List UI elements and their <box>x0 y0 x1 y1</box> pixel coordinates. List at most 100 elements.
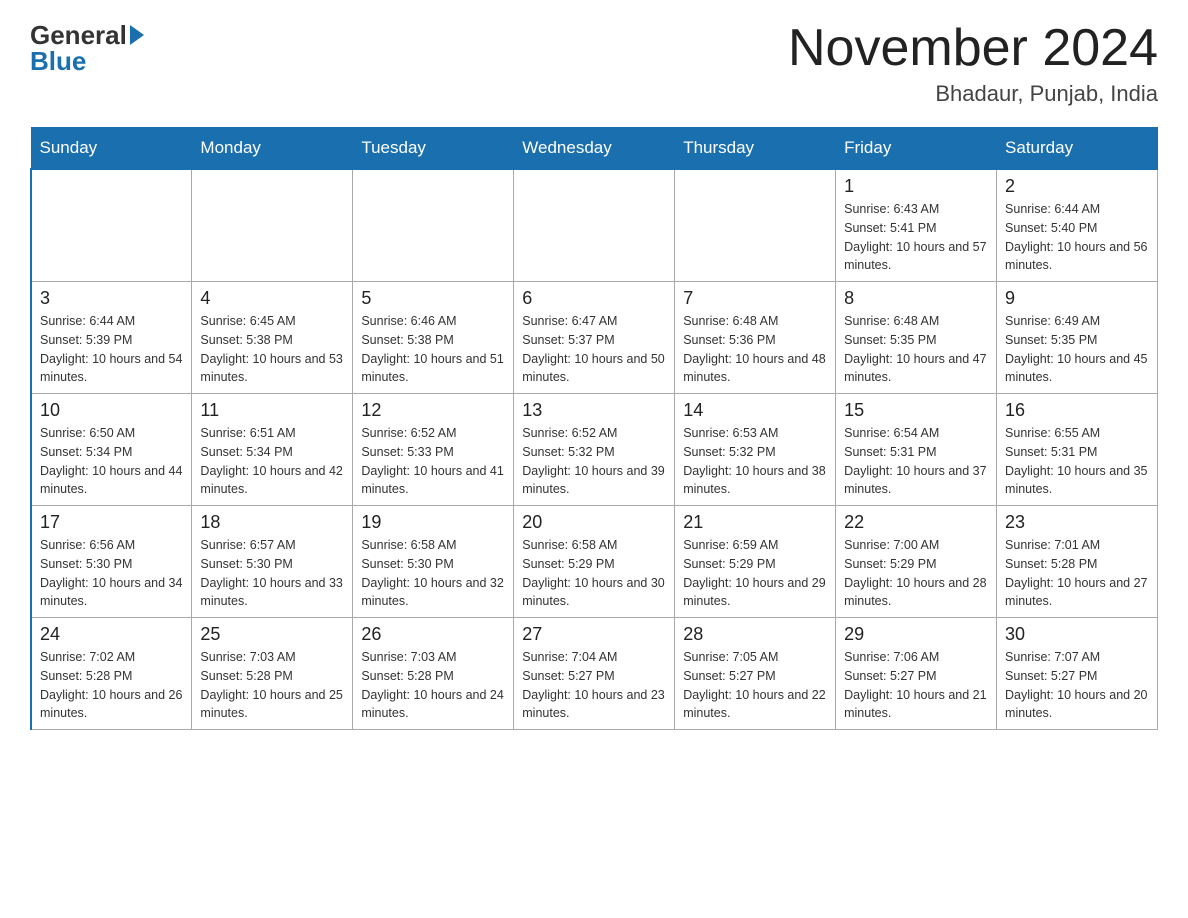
day-number: 3 <box>40 288 183 309</box>
day-info: Sunrise: 6:54 AMSunset: 5:31 PMDaylight:… <box>844 424 988 499</box>
calendar-cell: 21 Sunrise: 6:59 AMSunset: 5:29 PMDayligh… <box>675 506 836 618</box>
calendar-cell: 25 Sunrise: 7:03 AMSunset: 5:28 PMDayligh… <box>192 618 353 730</box>
calendar-row: 17 Sunrise: 6:56 AMSunset: 5:30 PMDayligh… <box>31 506 1158 618</box>
day-info: Sunrise: 6:46 AMSunset: 5:38 PMDaylight:… <box>361 312 505 387</box>
day-number: 21 <box>683 512 827 533</box>
calendar-cell: 16Sunrise: 6:55 AMSunset: 5:31 PMDayligh… <box>997 394 1158 506</box>
day-info: Sunrise: 6:52 AMSunset: 5:32 PMDaylight:… <box>522 424 666 499</box>
weekday-header-tuesday: Tuesday <box>353 128 514 170</box>
weekday-header-saturday: Saturday <box>997 128 1158 170</box>
day-number: 29 <box>844 624 988 645</box>
day-number: 18 <box>200 512 344 533</box>
weekday-header-thursday: Thursday <box>675 128 836 170</box>
calendar-cell: 11 Sunrise: 6:51 AMSunset: 5:34 PMDayligh… <box>192 394 353 506</box>
day-info: Sunrise: 6:48 AMSunset: 5:35 PMDaylight:… <box>844 312 988 387</box>
day-number: 27 <box>522 624 666 645</box>
calendar-cell: 23 Sunrise: 7:01 AMSunset: 5:28 PMDayligh… <box>997 506 1158 618</box>
day-number: 19 <box>361 512 505 533</box>
calendar-cell: 19 Sunrise: 6:58 AMSunset: 5:30 PMDayligh… <box>353 506 514 618</box>
day-info: Sunrise: 6:57 AMSunset: 5:30 PMDaylight:… <box>200 536 344 611</box>
calendar-cell: 5 Sunrise: 6:46 AMSunset: 5:38 PMDaylight… <box>353 282 514 394</box>
calendar-cell <box>675 169 836 282</box>
day-info: Sunrise: 6:59 AMSunset: 5:29 PMDaylight:… <box>683 536 827 611</box>
day-info: Sunrise: 7:07 AMSunset: 5:27 PMDaylight:… <box>1005 648 1149 723</box>
day-info: Sunrise: 6:50 AMSunset: 5:34 PMDaylight:… <box>40 424 183 499</box>
calendar-row: 3 Sunrise: 6:44 AMSunset: 5:39 PMDaylight… <box>31 282 1158 394</box>
day-info: Sunrise: 6:44 AMSunset: 5:40 PMDaylight:… <box>1005 200 1149 275</box>
day-info: Sunrise: 7:02 AMSunset: 5:28 PMDaylight:… <box>40 648 183 723</box>
day-info: Sunrise: 7:03 AMSunset: 5:28 PMDaylight:… <box>200 648 344 723</box>
day-info: Sunrise: 6:51 AMSunset: 5:34 PMDaylight:… <box>200 424 344 499</box>
day-number: 10 <box>40 400 183 421</box>
calendar-cell: 7 Sunrise: 6:48 AMSunset: 5:36 PMDaylight… <box>675 282 836 394</box>
day-info: Sunrise: 7:04 AMSunset: 5:27 PMDaylight:… <box>522 648 666 723</box>
weekday-header-sunday: Sunday <box>31 128 192 170</box>
calendar-body: 1Sunrise: 6:43 AMSunset: 5:41 PMDaylight… <box>31 169 1158 730</box>
calendar-cell <box>514 169 675 282</box>
day-number: 25 <box>200 624 344 645</box>
weekday-header-monday: Monday <box>192 128 353 170</box>
day-number: 9 <box>1005 288 1149 309</box>
day-info: Sunrise: 6:55 AMSunset: 5:31 PMDaylight:… <box>1005 424 1149 499</box>
calendar-cell: 29 Sunrise: 7:06 AMSunset: 5:27 PMDayligh… <box>836 618 997 730</box>
day-number: 23 <box>1005 512 1149 533</box>
calendar-cell: 2 Sunrise: 6:44 AMSunset: 5:40 PMDaylight… <box>997 169 1158 282</box>
day-number: 14 <box>683 400 827 421</box>
calendar-cell: 13 Sunrise: 6:52 AMSunset: 5:32 PMDayligh… <box>514 394 675 506</box>
day-number: 24 <box>40 624 183 645</box>
day-info: Sunrise: 6:52 AMSunset: 5:33 PMDaylight:… <box>361 424 505 499</box>
day-number: 26 <box>361 624 505 645</box>
day-number: 20 <box>522 512 666 533</box>
day-info: Sunrise: 6:47 AMSunset: 5:37 PMDaylight:… <box>522 312 666 387</box>
calendar-cell: 27 Sunrise: 7:04 AMSunset: 5:27 PMDayligh… <box>514 618 675 730</box>
day-number: 28 <box>683 624 827 645</box>
day-number: 11 <box>200 400 344 421</box>
day-number: 22 <box>844 512 988 533</box>
calendar-cell: 28 Sunrise: 7:05 AMSunset: 5:27 PMDayligh… <box>675 618 836 730</box>
day-number: 17 <box>40 512 183 533</box>
calendar-cell: 15 Sunrise: 6:54 AMSunset: 5:31 PMDayligh… <box>836 394 997 506</box>
weekday-row: SundayMondayTuesdayWednesdayThursdayFrid… <box>31 128 1158 170</box>
day-info: Sunrise: 6:44 AMSunset: 5:39 PMDaylight:… <box>40 312 183 387</box>
calendar-cell: 22Sunrise: 7:00 AMSunset: 5:29 PMDayligh… <box>836 506 997 618</box>
day-number: 5 <box>361 288 505 309</box>
page-title: November 2024 <box>788 20 1158 77</box>
calendar-cell: 10 Sunrise: 6:50 AMSunset: 5:34 PMDayligh… <box>31 394 192 506</box>
day-info: Sunrise: 6:56 AMSunset: 5:30 PMDaylight:… <box>40 536 183 611</box>
calendar-cell: 4Sunrise: 6:45 AMSunset: 5:38 PMDaylight… <box>192 282 353 394</box>
day-number: 4 <box>200 288 344 309</box>
calendar-cell: 9Sunrise: 6:49 AMSunset: 5:35 PMDaylight… <box>997 282 1158 394</box>
day-info: Sunrise: 6:58 AMSunset: 5:29 PMDaylight:… <box>522 536 666 611</box>
calendar-cell: 3 Sunrise: 6:44 AMSunset: 5:39 PMDaylight… <box>31 282 192 394</box>
calendar-row: 1Sunrise: 6:43 AMSunset: 5:41 PMDaylight… <box>31 169 1158 282</box>
calendar-cell: 14 Sunrise: 6:53 AMSunset: 5:32 PMDayligh… <box>675 394 836 506</box>
day-number: 6 <box>522 288 666 309</box>
calendar-cell: 8Sunrise: 6:48 AMSunset: 5:35 PMDaylight… <box>836 282 997 394</box>
day-info: Sunrise: 7:03 AMSunset: 5:28 PMDaylight:… <box>361 648 505 723</box>
calendar-cell <box>31 169 192 282</box>
day-number: 15 <box>844 400 988 421</box>
logo-blue-text: Blue <box>30 46 86 77</box>
calendar-row: 24 Sunrise: 7:02 AMSunset: 5:28 PMDayligh… <box>31 618 1158 730</box>
day-number: 1 <box>844 176 988 197</box>
calendar-cell: 6 Sunrise: 6:47 AMSunset: 5:37 PMDaylight… <box>514 282 675 394</box>
logo: General Blue <box>30 20 144 77</box>
day-info: Sunrise: 7:06 AMSunset: 5:27 PMDaylight:… <box>844 648 988 723</box>
day-info: Sunrise: 6:48 AMSunset: 5:36 PMDaylight:… <box>683 312 827 387</box>
calendar-header: SundayMondayTuesdayWednesdayThursdayFrid… <box>31 128 1158 170</box>
day-number: 2 <box>1005 176 1149 197</box>
day-info: Sunrise: 6:53 AMSunset: 5:32 PMDaylight:… <box>683 424 827 499</box>
day-info: Sunrise: 7:05 AMSunset: 5:27 PMDaylight:… <box>683 648 827 723</box>
day-number: 7 <box>683 288 827 309</box>
calendar-cell <box>192 169 353 282</box>
day-info: Sunrise: 7:01 AMSunset: 5:28 PMDaylight:… <box>1005 536 1149 611</box>
calendar-cell: 17 Sunrise: 6:56 AMSunset: 5:30 PMDayligh… <box>31 506 192 618</box>
day-number: 13 <box>522 400 666 421</box>
calendar-cell: 12Sunrise: 6:52 AMSunset: 5:33 PMDayligh… <box>353 394 514 506</box>
weekday-header-friday: Friday <box>836 128 997 170</box>
day-info: Sunrise: 6:58 AMSunset: 5:30 PMDaylight:… <box>361 536 505 611</box>
calendar-row: 10 Sunrise: 6:50 AMSunset: 5:34 PMDayligh… <box>31 394 1158 506</box>
calendar-cell <box>353 169 514 282</box>
day-number: 30 <box>1005 624 1149 645</box>
calendar-cell: 30 Sunrise: 7:07 AMSunset: 5:27 PMDayligh… <box>997 618 1158 730</box>
